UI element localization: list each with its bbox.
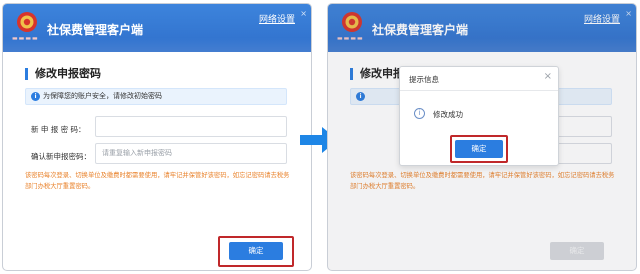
emblem-caption: ▬▬▬▬ xyxy=(12,35,39,42)
dialog-message: 修改成功 xyxy=(433,110,463,119)
tax-emblem-icon xyxy=(17,12,37,32)
security-info-bar: i 为保障您的账户安全，请修改初始密码 xyxy=(25,88,287,105)
dialog-divider xyxy=(400,90,558,91)
info-icon: i xyxy=(31,92,40,101)
network-settings-link[interactable]: 网络设置 xyxy=(259,12,295,25)
confirm-password-input[interactable]: 请重复输入新申报密码 xyxy=(95,143,287,164)
password-change-window: ▬▬▬▬ 社保费管理客户端 网络设置 × 修改申报密码 i 为保障您的账户安全，… xyxy=(2,3,312,271)
close-icon[interactable]: × xyxy=(300,9,307,18)
dialog-title: 提示信息 xyxy=(409,75,439,84)
success-dialog: 提示信息 × i 修改成功 确定 xyxy=(399,66,559,166)
app-title: 社保费管理客户端 xyxy=(47,23,144,37)
dialog-close-icon[interactable]: × xyxy=(544,71,552,82)
confirm-password-label: 确认新申报密码： xyxy=(31,152,91,161)
window-header: ▬▬▬▬ 社保费管理客户端 网络设置 × xyxy=(3,4,311,52)
password-change-window-success: ▬▬▬▬ 社保费管理客户端 网络设置 × 修改申报密码 i 该密码每次登录、切换… xyxy=(327,3,637,271)
section-title: 修改申报密码 xyxy=(25,68,101,80)
dialog-confirm-button[interactable]: 确定 xyxy=(455,140,503,158)
password-notice: 该密码每次登录、切换单位及缴费时都需要使用，请牢记并保管好该密码，如忘记密码请去… xyxy=(25,172,290,190)
info-text: 为保障您的账户安全，请修改初始密码 xyxy=(43,92,162,100)
info-icon: i xyxy=(414,108,425,119)
confirm-button[interactable]: 确定 xyxy=(229,242,283,260)
new-password-label: 新 申 报 密 码： xyxy=(31,125,86,134)
new-password-input[interactable] xyxy=(95,116,287,137)
